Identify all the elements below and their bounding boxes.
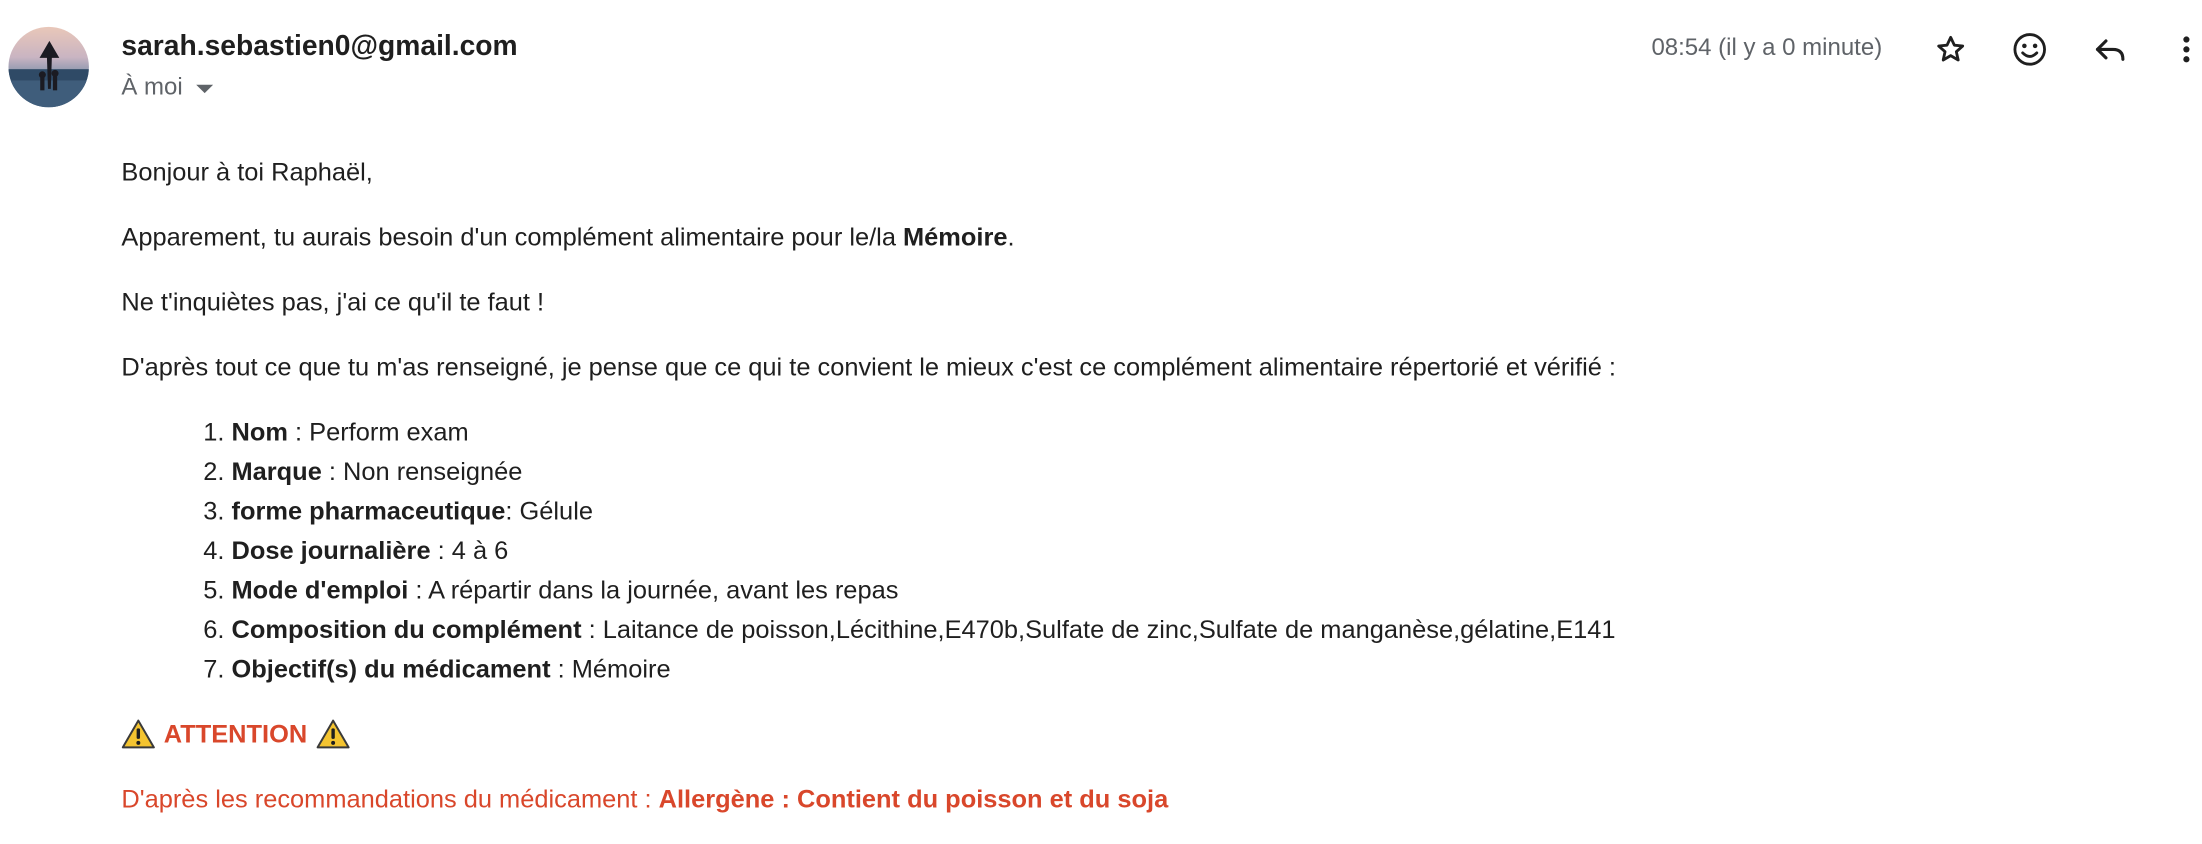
reassurance-paragraph: Ne t'inquiètes pas, j'ai ce qu'il te fau… bbox=[121, 287, 545, 317]
attention-banner: ATTENTION bbox=[121, 714, 2182, 754]
intro-suffix: . bbox=[1007, 223, 1015, 252]
supplement-details-list: Nom : Perform exam Marque : Non renseign… bbox=[121, 412, 2182, 689]
item-separator: : bbox=[321, 457, 344, 486]
list-item: Mode d'emploi : A répartir dans la journ… bbox=[231, 570, 2182, 610]
timestamp: 08:54 (il y a 0 minute) bbox=[1651, 33, 1883, 61]
intro-paragraph: Apparement, tu aurais besoin d'un complé… bbox=[121, 217, 2182, 257]
list-item: Dose journalière : 4 à 6 bbox=[231, 531, 2182, 571]
allergen-prefix: D'après les recommandations du médicamen… bbox=[121, 784, 659, 814]
item-value: Gélule bbox=[519, 496, 593, 526]
warning-icon bbox=[316, 719, 350, 749]
email-body: Bonjour à toi Raphaël, Apparement, tu au… bbox=[121, 152, 2182, 844]
avatar-image bbox=[8, 40, 89, 108]
list-item: Composition du complément : Laitance de … bbox=[231, 610, 2182, 650]
list-item: Nom : Perform exam bbox=[231, 412, 2182, 452]
item-label: Marque bbox=[231, 457, 322, 486]
greeting: Bonjour à toi Raphaël, bbox=[121, 158, 373, 187]
chevron-down-icon bbox=[196, 84, 214, 94]
item-value: Laitance de poisson,Lécithine,E470b,Sulf… bbox=[602, 615, 1616, 644]
list-item: forme pharmaceutique: Gélule bbox=[231, 491, 2182, 531]
star-icon bbox=[1937, 35, 1965, 62]
emoji-icon bbox=[2013, 33, 2046, 66]
intro-text: Apparement, tu aurais besoin d'un complé… bbox=[121, 223, 904, 252]
attention-text: ATTENTION bbox=[163, 719, 308, 749]
item-value: A répartir dans la journée, avant les re… bbox=[428, 575, 899, 605]
warning-icon bbox=[121, 719, 155, 749]
item-value: Non renseignée bbox=[343, 457, 523, 486]
intro-bold: Mémoire bbox=[903, 223, 1008, 252]
sender-email[interactable]: sarah.sebastien0@gmail.com bbox=[121, 31, 517, 63]
item-separator: : bbox=[430, 536, 452, 565]
item-separator: : bbox=[581, 615, 603, 644]
item-label: Composition du complément bbox=[231, 615, 582, 644]
item-label: Dose journalière bbox=[231, 536, 431, 565]
recommendation-intro: D'après tout ce que tu m'as renseigné, j… bbox=[121, 352, 1616, 382]
list-item: Objectif(s) du médicament : Mémoire bbox=[231, 649, 2182, 689]
list-item: Marque : Non renseignée bbox=[231, 452, 2182, 492]
item-label: Mode d'emploi bbox=[231, 575, 409, 605]
reply-icon bbox=[2095, 39, 2125, 61]
recipient-label: À moi bbox=[121, 73, 183, 101]
item-label: forme pharmaceutique bbox=[231, 496, 506, 526]
more-vert-icon bbox=[2183, 36, 2190, 63]
more-options-button[interactable] bbox=[2171, 28, 2202, 70]
allergen-warning: D'après les recommandations du médicamen… bbox=[121, 779, 2182, 819]
item-separator: : bbox=[550, 654, 572, 684]
item-separator: : bbox=[408, 575, 429, 605]
reply-button[interactable] bbox=[2089, 28, 2131, 70]
item-value: Perform exam bbox=[309, 417, 469, 447]
item-value: 4 à 6 bbox=[451, 536, 509, 565]
item-label: Objectif(s) du médicament bbox=[231, 654, 551, 684]
allergen-detail: Allergène : Contient du poisson et du so… bbox=[658, 784, 1169, 814]
item-label: Nom bbox=[231, 417, 288, 447]
recipient-dropdown[interactable]: À moi bbox=[121, 73, 214, 101]
item-separator: : bbox=[505, 496, 520, 526]
item-value: Mémoire bbox=[571, 654, 671, 684]
item-separator: : bbox=[287, 417, 310, 447]
emoji-reaction-button[interactable] bbox=[2009, 28, 2051, 70]
avatar[interactable] bbox=[8, 26, 89, 108]
star-button[interactable] bbox=[1930, 28, 1972, 70]
